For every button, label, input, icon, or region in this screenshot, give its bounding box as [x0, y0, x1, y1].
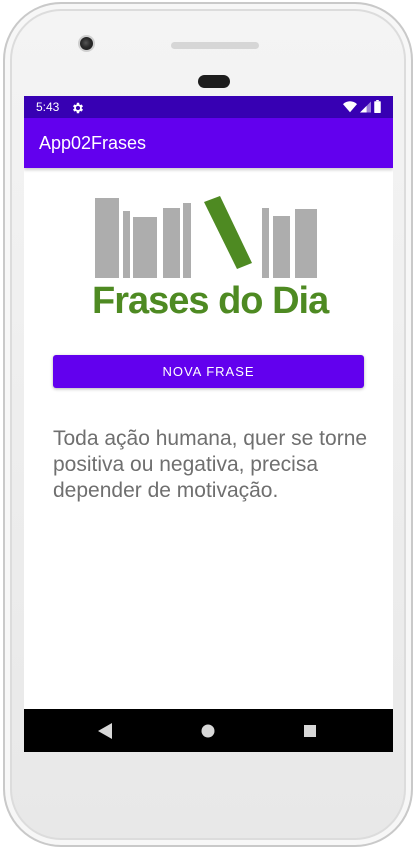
phrase-text: Toda ação humana, quer se torne positiva… — [53, 427, 368, 502]
cell-signal-icon — [360, 98, 371, 117]
proximity-sensor — [198, 75, 230, 88]
status-bar: 5:43 — [24, 96, 393, 118]
battery-icon — [374, 98, 381, 117]
book-bars-graphic — [95, 196, 317, 278]
status-time: 5:43 — [36, 100, 60, 114]
nova-frase-button[interactable]: NOVA FRASE — [53, 355, 364, 388]
wifi-icon — [343, 98, 357, 117]
settings-gear-icon — [71, 100, 85, 114]
earpiece-speaker — [171, 42, 259, 49]
app-bar: App02Frases — [24, 118, 393, 168]
navigation-bar — [24, 709, 393, 752]
recents-icon[interactable] — [301, 722, 319, 740]
frases-do-dia-logo: Frases do Dia — [92, 195, 329, 327]
home-icon[interactable] — [199, 722, 217, 740]
logo-text: Frases do Dia — [92, 280, 329, 322]
device-screen: 5:43 App02Frases Frases do Dia NOVA FRAS… — [24, 96, 393, 752]
front-camera — [78, 35, 95, 52]
app-title: App02Frases — [39, 133, 147, 153]
back-icon[interactable] — [96, 722, 114, 740]
